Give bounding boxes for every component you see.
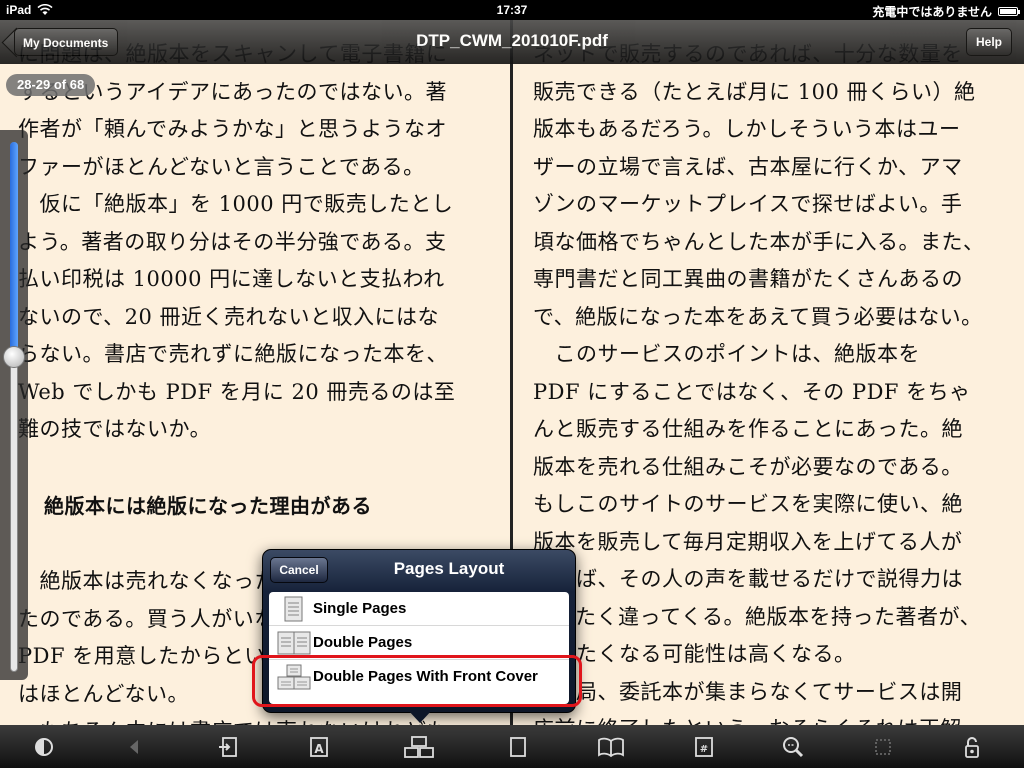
text-line: ザーの立場で言えば、古本屋に行くか、アマ xyxy=(533,154,963,179)
text-line: いれば、その人の声を載せるだけで説得力は xyxy=(533,567,963,591)
text-line: はほとんどない。 xyxy=(18,681,189,706)
right-page[interactable]: ネットで販売するのであれば、十分な数量を販売できる（たとえば月に 100 冊くら… xyxy=(513,20,1024,725)
text-line: ゾンのマーケットプレイスで探せばよい。手 xyxy=(533,192,963,216)
lock-rotation-icon[interactable] xyxy=(960,735,984,759)
single-pages-option[interactable]: Single Pages xyxy=(269,592,569,626)
option-label: Double Pages xyxy=(313,634,413,651)
text-line: で、絶版になった本をあえて買う必要はない。 xyxy=(533,304,983,329)
text-line: 難の技ではないか。 xyxy=(18,417,212,441)
page-slider-thumb[interactable] xyxy=(3,346,25,368)
single-page-icon[interactable] xyxy=(506,735,530,759)
text-line: 版本もあるだろう。しかしそういう本はユー xyxy=(533,117,961,141)
text-line: んと販売する仕組みを作ることにあった。絶 xyxy=(533,417,963,441)
page-slider-fill xyxy=(10,142,18,358)
zoom-icon[interactable] xyxy=(781,735,805,759)
page-layout-icon[interactable] xyxy=(404,735,434,759)
charging-status: 充電中ではありません xyxy=(872,5,992,19)
bottom-toolbar: A # xyxy=(0,725,1024,768)
clock: 17:37 xyxy=(496,3,528,17)
text-line: 結局、委託本が集まらなくてサービスは開 xyxy=(533,679,963,704)
brightness-icon[interactable] xyxy=(32,735,56,759)
text-line: 仮に「絶版本」を 1000 円で販売したとし xyxy=(18,192,454,216)
text-line: らない。書店で売れずに絶版になった本を、 xyxy=(18,342,448,366)
document-title: DTP_CWM_201010F.pdf xyxy=(416,31,608,50)
text-line: 版本を売れる仕組みこそが必要なのである。 xyxy=(533,454,963,479)
navigation-bar: My Documents DTP_CWM_201010F.pdf Help xyxy=(0,20,1024,64)
popover-title: Pages Layout xyxy=(393,559,505,578)
text-line: 版本を販売して毎月定期収入を上げてる人が xyxy=(533,529,963,554)
text-line: まったく違ってくる。絶版本を持った著者が、 xyxy=(533,604,982,629)
font-icon[interactable]: A xyxy=(307,735,331,759)
section-heading: 絶版本には絶版になった理由がある xyxy=(44,494,372,518)
text-line: PDF にすることではなく、その PDF をちゃ xyxy=(533,379,971,404)
export-icon[interactable] xyxy=(216,735,240,759)
status-bar: iPad 17:37 充電中ではありません xyxy=(0,0,1024,20)
text-line: ファーがほとんどないと言うことである。 xyxy=(18,154,425,179)
text-line: 払い印税は 10000 円に達しないと支払われ xyxy=(18,267,445,291)
text-line: ないので、20 冊近く売れないと収入にはな xyxy=(18,304,440,329)
text-line: 頃な価格でちゃんとした本が手に入る。また、 xyxy=(533,229,985,254)
text-line: もしこのサイトのサービスを実際に使い、絶 xyxy=(533,492,963,516)
book-icon[interactable] xyxy=(597,735,625,759)
svg-text:#: # xyxy=(700,744,708,755)
page-indicator: 28-29 of 68 xyxy=(6,74,96,96)
text-line: 作者が「頼んでみようかな」と思うようなオ xyxy=(18,117,447,141)
back-arrow-icon[interactable] xyxy=(122,735,146,759)
text-line: 専門書だと同工異曲の書籍がたくさんあるの xyxy=(533,267,963,291)
popover-arrow xyxy=(407,709,433,723)
text-line: よう。著者の取り分はその半分強である。支 xyxy=(18,229,447,254)
text-line: Web でしかも PDF を月に 20 冊売るのは至 xyxy=(18,379,456,404)
highlight-annotation xyxy=(252,655,582,707)
page-number-icon[interactable]: # xyxy=(692,735,716,759)
text-line: 店前に終了したという。おそらくそれは正解 xyxy=(533,713,962,725)
help-button[interactable]: Help xyxy=(965,28,1012,56)
battery-icon xyxy=(998,7,1020,16)
text-line: 販売できる（たとえば月に 100 冊くらい）絶 xyxy=(533,79,976,104)
double-pages-icon xyxy=(277,631,311,655)
single-pages-icon xyxy=(284,596,303,622)
text-line: このサービスのポイントは、絶版本を xyxy=(533,342,920,366)
text-line: もちろん中には書店では売れないけれども、 xyxy=(18,715,469,725)
crop-icon[interactable] xyxy=(871,735,895,759)
option-label: Single Pages xyxy=(313,600,407,617)
svg-text:A: A xyxy=(314,742,324,756)
cancel-button[interactable]: Cancel xyxy=(270,557,328,583)
